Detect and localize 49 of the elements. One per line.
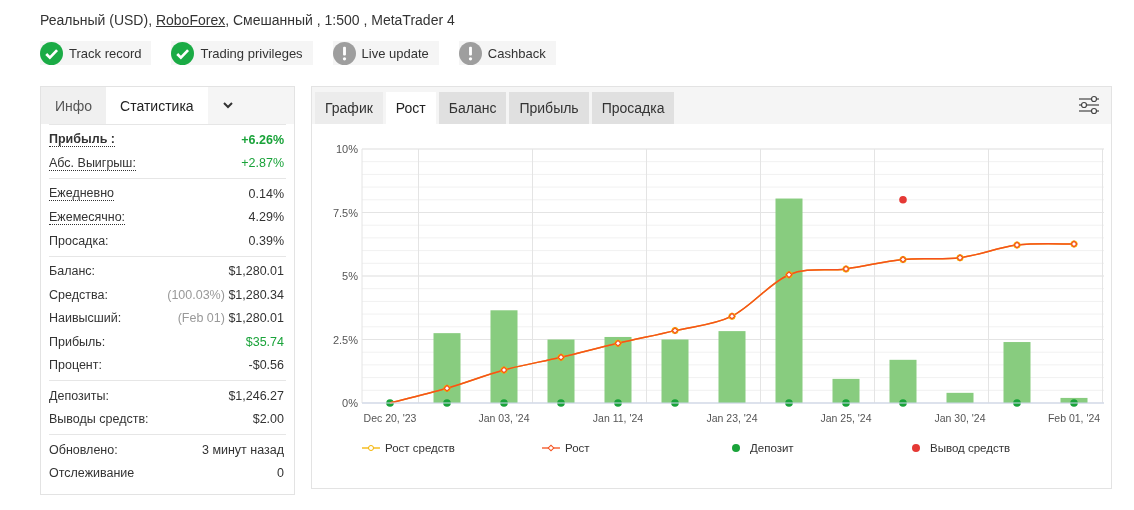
legend-label: Рост (565, 442, 590, 454)
stat-value: $2.00 (252, 412, 284, 427)
x-axis-label: Jan 30, '24 (934, 412, 986, 424)
stat-value: $1,246.27 (228, 388, 284, 403)
legend-label: Рост средств (385, 442, 455, 454)
stat-value: +2.87% (241, 156, 284, 171)
stat-label: Средства: (49, 287, 108, 302)
y-axis-label: 0% (342, 397, 358, 409)
y-axis-label: 2.5% (332, 333, 358, 346)
stat-label: Прибыль: (49, 334, 106, 349)
stat-label: Абс. Выигрыш: (49, 155, 136, 171)
y-axis-label: 7.5% (332, 206, 358, 219)
stat-label: Баланс: (49, 264, 96, 279)
status-badge: Live update (332, 41, 439, 65)
status-badge: Trading privileges (171, 41, 313, 65)
stat-value: 3 минут назад (201, 442, 284, 457)
account-summary: Реальный (USD), RoboForex, Смешанный , 1:500 , MetaTrader 4 (40, 12, 456, 28)
stat-value: $1,280.01 (228, 264, 284, 279)
stat-label: Наивысший: (49, 311, 122, 326)
x-axis-label: Jan 03, '24 (478, 412, 530, 424)
stat-label: Отслеживание (49, 466, 135, 481)
legend-label: Депозит (750, 442, 794, 454)
x-axis-label: Feb 01, '24 (1047, 412, 1101, 424)
stat-value: 0.39% (248, 233, 284, 248)
stat-value: 0.14% (248, 186, 284, 201)
stat-label: Депозиты: (49, 388, 109, 403)
x-axis-label: Dec 20, '23 (363, 412, 417, 424)
stat-label: Ежемесячно: (49, 209, 126, 225)
legend-label: Вывод средств (930, 442, 1011, 454)
stat-label: Процент: (49, 358, 102, 373)
stat-value: (Feb 01) $1,280.01 (177, 311, 284, 326)
stat-value: +6.26% (241, 132, 284, 147)
stat-value: $35.74 (245, 334, 284, 349)
status-badge: Cashback (458, 41, 556, 65)
stat-value: 4.29% (248, 210, 284, 225)
stat-label: Прибыль : (49, 132, 115, 148)
stat-label: Обновлено: (49, 442, 118, 457)
stat-label: Просадка: (49, 233, 109, 248)
stat-value: 0 (277, 466, 284, 481)
stat-label: Ежедневно (49, 186, 115, 202)
y-axis-label: 5% (342, 270, 358, 282)
x-axis-label: Jan 25, '24 (820, 412, 872, 424)
x-axis-label: Jan 11, '24 (592, 412, 644, 424)
status-badge: Track record (40, 41, 152, 65)
stat-value: -$0.56 (248, 358, 284, 373)
stat-value: (100.03%) $1,280.34 (167, 287, 284, 302)
x-axis-label: Jan 23, '24 (706, 412, 758, 424)
y-axis-label: 10% (335, 143, 358, 155)
stat-label: Выводы средств: (49, 412, 149, 427)
